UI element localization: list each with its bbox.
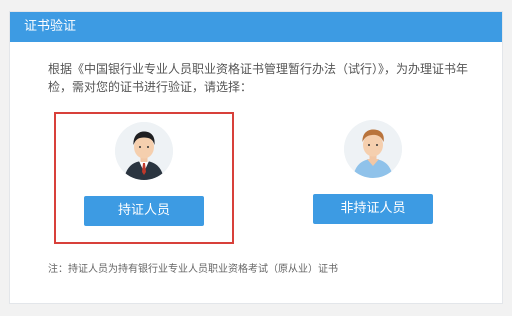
certified-personnel-button[interactable]: 持证人员 xyxy=(84,196,204,226)
male-casual-avatar-icon xyxy=(344,120,402,178)
panel-title: 证书验证 xyxy=(24,19,77,34)
certificate-verification-panel: 证书验证 根据《中国银行业专业人员职业资格证书管理暂行办法（试行）》，为办理证书… xyxy=(9,11,503,304)
intro-text: 根据《中国银行业专业人员职业资格证书管理暂行办法（试行）》，为办理证书年检，需对… xyxy=(48,62,469,94)
option-certified[interactable]: 持证人员 xyxy=(54,112,234,244)
option-non-certified[interactable]: 非持证人员 xyxy=(283,112,463,244)
panel-header: 证书验证 xyxy=(10,12,502,42)
male-suit-avatar-icon xyxy=(115,122,173,180)
non-certified-personnel-button[interactable]: 非持证人员 xyxy=(313,194,433,224)
footnote: 注：持证人员为持有银行业专业人员职业资格考试（原从业）证书 xyxy=(48,264,338,275)
